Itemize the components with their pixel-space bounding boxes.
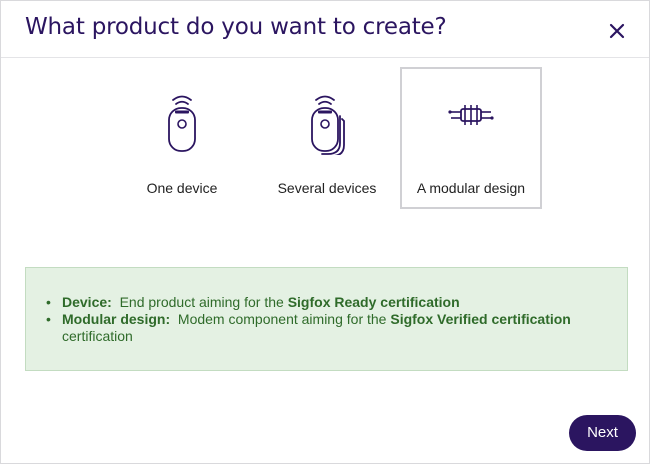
info-tail: certification: [62, 328, 133, 344]
option-label: A modular design: [416, 180, 526, 196]
info-term: Modular design:: [62, 311, 171, 327]
bullet: •: [46, 311, 51, 327]
info-panel: • Device: End product aiming for the Sig…: [25, 267, 628, 371]
single-device-icon: [168, 95, 196, 152]
option-one-device[interactable]: One device: [111, 67, 253, 209]
option-modular-design[interactable]: A modular design: [400, 67, 542, 209]
info-strong: Sigfox Verified certification: [390, 311, 571, 327]
product-options: One device Several devices A modular des…: [1, 65, 649, 211]
info-text: Modem component aiming for the: [177, 311, 387, 327]
dialog-title: What product do you want to create?: [25, 14, 447, 40]
module-chip-icon: [448, 105, 494, 125]
create-product-dialog: What product do you want to create? One …: [0, 0, 650, 464]
close-icon[interactable]: [607, 21, 627, 41]
info-text: End product aiming for the: [119, 294, 284, 310]
list-item: • Device: End product aiming for the Sig…: [46, 294, 607, 311]
option-several-devices[interactable]: Several devices: [256, 67, 398, 209]
list-item: • Modular design: Modem component aiming…: [46, 311, 607, 345]
multiple-devices-icon: [311, 95, 345, 155]
option-label: Several devices: [277, 180, 377, 196]
option-label: One device: [146, 180, 218, 196]
dialog-header: What product do you want to create?: [1, 1, 649, 58]
info-term: Device:: [62, 294, 112, 310]
info-strong: Sigfox Ready certification: [287, 294, 460, 310]
bullet: •: [46, 294, 51, 310]
info-list: • Device: End product aiming for the Sig…: [46, 294, 607, 345]
next-button[interactable]: Next: [569, 415, 636, 451]
